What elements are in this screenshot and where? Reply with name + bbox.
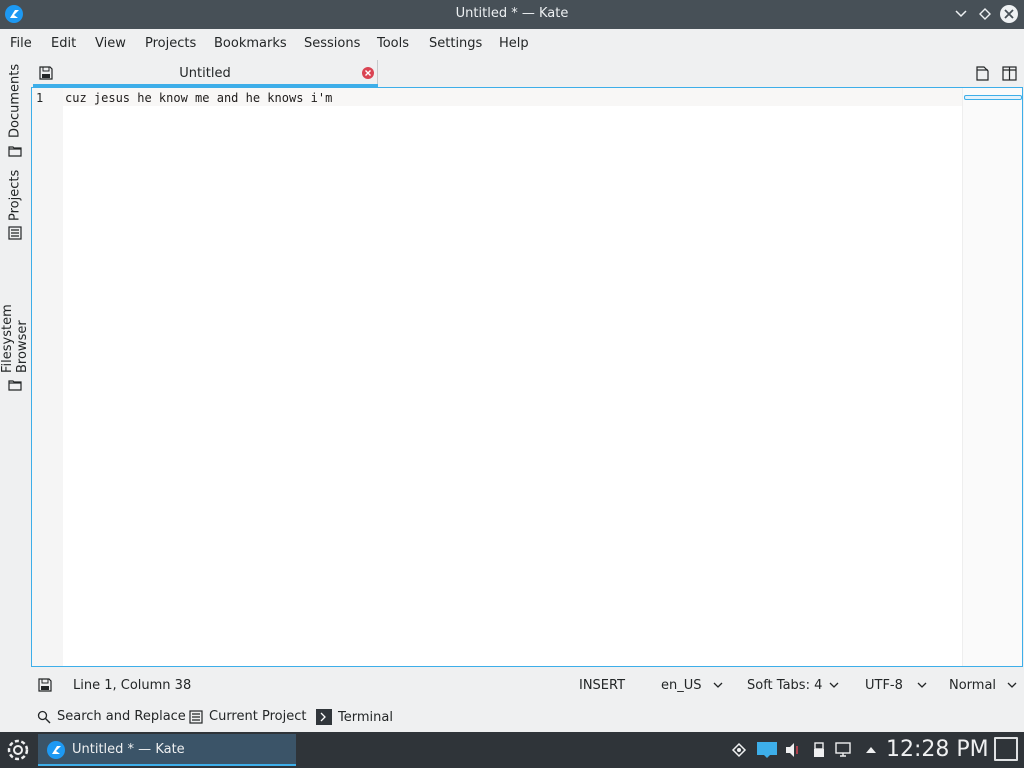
sidebar-tab-label: Filesystem Browser bbox=[0, 304, 30, 373]
code-text-area[interactable]: cuz jesus he know me and he knows i'm bbox=[63, 88, 962, 666]
sidebar-tab-documents[interactable]: Documents bbox=[4, 63, 26, 159]
close-window-button[interactable] bbox=[999, 4, 1019, 24]
terminal-icon bbox=[316, 709, 332, 725]
menu-bookmarks[interactable]: Bookmarks bbox=[214, 36, 287, 51]
folder-icon bbox=[8, 146, 22, 157]
sidebar-tab-projects[interactable]: Projects bbox=[4, 167, 26, 243]
minimize-button[interactable] bbox=[951, 4, 971, 24]
chevron-down-icon[interactable] bbox=[1006, 679, 1018, 691]
diamond-icon bbox=[979, 8, 991, 20]
clock[interactable]: 12:28 PM bbox=[886, 737, 989, 762]
current-project-label: Current Project bbox=[209, 709, 307, 724]
show-desktop-button[interactable] bbox=[994, 737, 1018, 761]
task-label: Untitled * — Kate bbox=[72, 742, 185, 757]
line-number-gutter: 1 bbox=[32, 88, 63, 666]
folder-icon bbox=[8, 380, 22, 391]
current-project-button[interactable]: Current Project bbox=[189, 709, 306, 724]
notifications-icon[interactable] bbox=[756, 741, 778, 759]
maximize-button[interactable] bbox=[975, 4, 995, 24]
window-titlebar[interactable]: Untitled * — Kate bbox=[0, 0, 1024, 29]
sidebar-tab-label: Documents bbox=[7, 63, 23, 139]
menubar: File Edit View Projects Bookmarks Sessio… bbox=[0, 29, 1024, 59]
menu-help[interactable]: Help bbox=[499, 36, 529, 51]
search-icon bbox=[37, 710, 51, 723]
taskbar-task-kate[interactable]: Untitled * — Kate bbox=[38, 734, 296, 766]
close-icon bbox=[1000, 5, 1018, 23]
split-view-icon[interactable] bbox=[1002, 66, 1017, 81]
menu-file[interactable]: File bbox=[10, 36, 32, 51]
usb-device-icon[interactable] bbox=[810, 741, 828, 759]
chevron-down-icon[interactable] bbox=[828, 679, 840, 691]
terminal-button[interactable]: Terminal bbox=[316, 709, 393, 725]
line-number: 1 bbox=[36, 91, 44, 105]
sidebar-tab-filesystem-browser[interactable]: Filesystem Browser bbox=[0, 251, 30, 399]
chevron-down-icon[interactable] bbox=[712, 679, 724, 691]
statusbar: Line 1, Column 38 INSERT en_US Soft Tabs… bbox=[31, 672, 1024, 700]
list-icon bbox=[8, 226, 22, 240]
menu-sessions[interactable]: Sessions bbox=[304, 36, 360, 51]
indentation-selector[interactable]: Soft Tabs: 4 bbox=[747, 678, 822, 693]
network-icon[interactable] bbox=[834, 741, 852, 759]
edit-mode[interactable]: INSERT bbox=[579, 678, 625, 693]
minimap-scrollbar[interactable] bbox=[962, 88, 1022, 666]
expand-tray-icon[interactable] bbox=[862, 741, 880, 759]
kate-app-icon bbox=[47, 741, 65, 759]
cursor-position[interactable]: Line 1, Column 38 bbox=[73, 678, 191, 693]
save-icon[interactable] bbox=[38, 678, 52, 692]
editor-view[interactable]: 1 cuz jesus he know me and he knows i'm bbox=[31, 87, 1023, 667]
left-sidebar: Documents Projects Filesystem Browser bbox=[0, 59, 31, 669]
close-tab-icon[interactable] bbox=[361, 66, 375, 80]
window-title: Untitled * — Kate bbox=[455, 6, 569, 21]
kde-connect-icon[interactable] bbox=[730, 741, 748, 759]
sidebar-tab-label: Projects bbox=[7, 169, 23, 221]
search-and-replace-label: Search and Replace bbox=[57, 709, 186, 724]
search-and-replace-button[interactable]: Search and Replace bbox=[37, 709, 186, 724]
volume-muted-icon[interactable] bbox=[784, 741, 802, 759]
menu-settings[interactable]: Settings bbox=[429, 36, 482, 51]
encoding-selector[interactable]: UTF-8 bbox=[865, 678, 903, 693]
input-mode-selector[interactable]: Normal bbox=[949, 678, 996, 693]
document-tabbar: Untitled bbox=[31, 60, 1024, 87]
terminal-label: Terminal bbox=[338, 709, 393, 725]
menu-edit[interactable]: Edit bbox=[51, 36, 76, 51]
list-icon bbox=[189, 709, 203, 724]
menu-projects[interactable]: Projects bbox=[145, 36, 196, 51]
tab-untitled[interactable]: Untitled bbox=[33, 60, 378, 87]
dictionary-selector[interactable]: en_US bbox=[661, 678, 702, 693]
tab-label: Untitled bbox=[179, 66, 231, 81]
toolview-bar: Search and Replace Current Project Termi… bbox=[31, 703, 1024, 731]
application-launcher-icon[interactable] bbox=[4, 736, 32, 764]
taskbar: Untitled * — Kate 12:28 PM bbox=[0, 732, 1024, 768]
menu-view[interactable]: View bbox=[95, 36, 126, 51]
minimap-viewport-handle[interactable] bbox=[964, 95, 1022, 100]
new-document-icon[interactable] bbox=[975, 66, 990, 81]
menu-tools[interactable]: Tools bbox=[377, 36, 409, 51]
chevron-down-icon bbox=[955, 10, 967, 18]
code-line[interactable]: cuz jesus he know me and he knows i'm bbox=[65, 91, 332, 105]
chevron-down-icon[interactable] bbox=[916, 679, 928, 691]
